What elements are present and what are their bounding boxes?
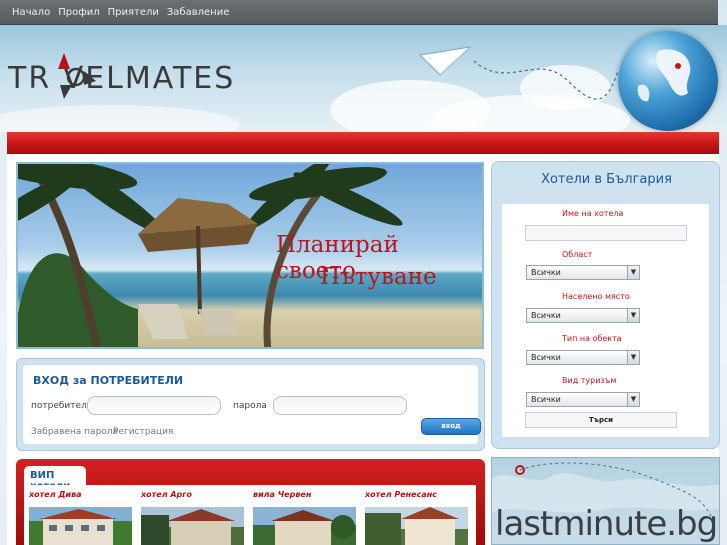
dropdown-arrow-icon: ▼ <box>627 266 639 279</box>
vip-hotels-list: хотел Дива хотел Арго вила Червен хотел … <box>24 485 476 545</box>
dropdown-arrow-icon: ▼ <box>627 351 639 364</box>
login-inner-panel: ВХОД за ПОТРЕБИТЕЛИ потребител парола За… <box>23 365 481 444</box>
tourism-type-select-value: Всички <box>531 395 561 404</box>
region-select-value: Всички <box>531 268 561 277</box>
top-navigation: Начало Профил Приятели Забавление <box>0 0 718 25</box>
red-banner-strip <box>7 132 719 154</box>
site-header: TR VELMATES <box>0 25 727 132</box>
region-select[interactable]: Всички ▼ <box>526 265 640 280</box>
vip-hotel-name[interactable]: хотел Дива <box>29 490 82 499</box>
user-login-box: ВХОД за ПОТРЕБИТЕЛИ потребител парола За… <box>16 358 485 451</box>
login-button[interactable]: вход <box>421 418 481 435</box>
nav-item-home[interactable]: Начало <box>12 7 50 18</box>
username-label: потребител <box>31 401 87 411</box>
place-select[interactable]: Всички ▼ <box>526 308 640 323</box>
property-type-select-value: Всички <box>531 353 561 362</box>
vip-hotels-box: ВИП хотели хотел Дива хотел Арго вила Че… <box>16 459 485 545</box>
vip-hotel-photo[interactable] <box>29 507 132 545</box>
vip-hotel-name[interactable]: вила Червен <box>253 490 311 499</box>
hotel-name-input[interactable] <box>525 225 687 241</box>
dropdown-arrow-icon: ▼ <box>627 393 639 406</box>
vip-hotel-photo[interactable] <box>141 507 244 545</box>
site-logo[interactable]: TR VELMATES <box>8 61 235 96</box>
dropdown-arrow-icon: ▼ <box>627 309 639 322</box>
vip-hotels-tab[interactable]: ВИП хотели <box>24 466 86 492</box>
hotel-search-form: Име на хотела Област Всички ▼ Населено м… <box>502 204 709 437</box>
nav-item-profile[interactable]: Профил <box>58 7 99 18</box>
place-select-value: Всички <box>531 311 561 320</box>
property-type-select[interactable]: Всички ▼ <box>526 350 640 365</box>
username-input[interactable] <box>87 396 221 415</box>
lastminute-logo: lastminute.bg <box>495 504 718 544</box>
search-button[interactable]: Търси <box>525 412 677 428</box>
paper-plane-icon <box>418 46 618 100</box>
tourism-type-select[interactable]: Всички ▼ <box>526 392 640 407</box>
banner-headline-line2: Пътуване <box>320 264 437 290</box>
place-label: Населено място <box>562 292 630 301</box>
hotel-name-label: Име на хотела <box>562 209 624 218</box>
forgot-password-link[interactable]: Забравена парола <box>31 427 118 437</box>
property-type-label: Тип на обекта <box>562 334 622 343</box>
promo-banner-image[interactable]: Планирай своето Пътуване <box>16 162 484 349</box>
logo-star-icon <box>58 53 96 99</box>
password-input[interactable] <box>273 396 407 415</box>
nav-item-friends[interactable]: Приятели <box>108 7 159 18</box>
login-title: ВХОД за ПОТРЕБИТЕЛИ <box>33 374 184 387</box>
vip-hotel-photo[interactable] <box>365 507 468 545</box>
register-link[interactable]: Регистрация <box>113 427 173 437</box>
vip-hotel-name[interactable]: хотел Ренесанс <box>365 490 437 499</box>
tourism-type-label: Вид туризъм <box>562 376 617 385</box>
vip-hotel-photo[interactable] <box>253 507 356 545</box>
region-label: Област <box>562 250 593 259</box>
lastminute-ad-banner[interactable]: lastminute.bg <box>491 457 720 545</box>
hotel-search-title: Хотели в България <box>541 172 672 187</box>
password-label: парола <box>233 401 267 411</box>
globe-icon <box>618 31 718 131</box>
nav-item-fun[interactable]: Забавление <box>167 7 229 18</box>
vip-hotel-name[interactable]: хотел Арго <box>141 490 192 499</box>
hotel-search-box: Хотели в България Име на хотела Област В… <box>491 161 720 449</box>
